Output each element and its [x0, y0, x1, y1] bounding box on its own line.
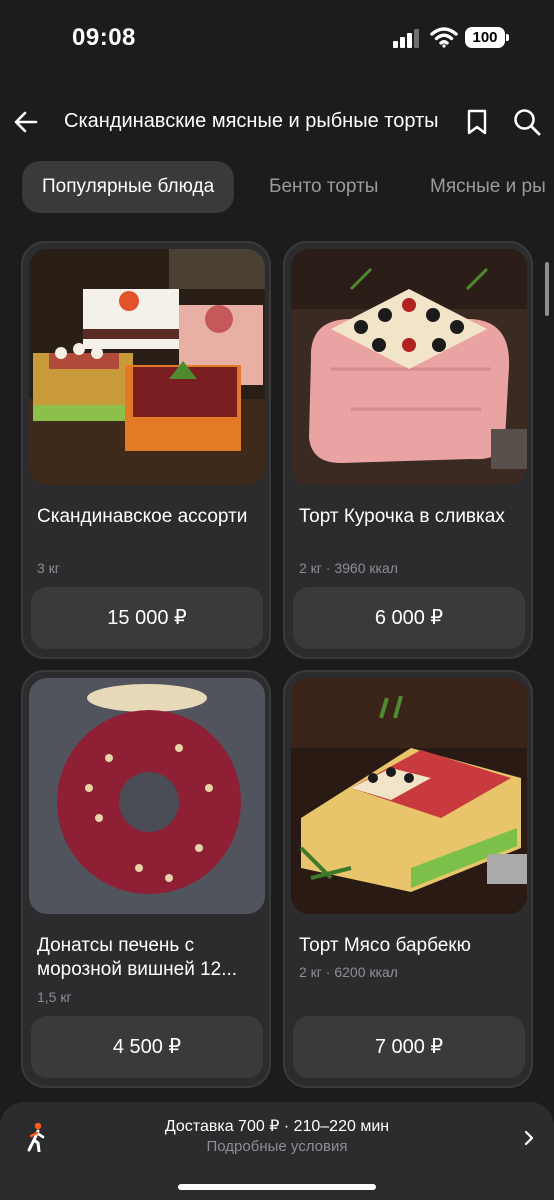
product-name: Торт Курочка в сливках	[299, 506, 505, 527]
delivery-info-bar[interactable]: Доставка 700 ₽ · 210–220 мин Подробные у…	[0, 1102, 554, 1200]
home-indicator[interactable]	[178, 1184, 376, 1190]
product-card[interactable]: Донатсы печень с морозной вишней 12... 1…	[21, 670, 271, 1088]
price-button[interactable]: 6 000 ₽	[293, 587, 525, 649]
delivery-details-link[interactable]: Подробные условия	[0, 1138, 554, 1155]
tab-meat[interactable]: Мясные и ры	[430, 161, 546, 213]
status-time: 09:08	[72, 24, 136, 51]
header: Скандинавские мясные и рыбные торты	[0, 98, 554, 148]
price-button[interactable]: 4 500 ₽	[31, 1016, 263, 1078]
product-name: Торт Мясо барбекю	[299, 935, 471, 956]
product-card[interactable]: Скандинавское ассорти 3 кг 15 000 ₽	[21, 241, 271, 659]
product-meta: 2 кг · 3960 ккал	[299, 560, 398, 576]
product-meta: 2 кг · 6200 ккал	[299, 964, 398, 980]
tab-popular[interactable]: Популярные блюда	[22, 161, 235, 213]
tab-bento[interactable]: Бенто торты	[269, 161, 378, 213]
product-card[interactable]: Торт Курочка в сливках 2 кг · 3960 ккал …	[283, 241, 533, 659]
page-title: Скандинавские мясные и рыбные торты	[64, 110, 439, 132]
bookmark-icon[interactable]	[465, 108, 489, 136]
product-meta: 1,5 кг	[37, 989, 72, 1005]
product-name: Донатсы печень с морозной вишней 12...	[37, 935, 238, 980]
battery-indicator: 100	[465, 27, 509, 48]
product-name: Скандинавское ассорти	[37, 506, 248, 527]
product-image	[29, 678, 265, 914]
product-image	[291, 249, 527, 485]
wifi-icon	[430, 27, 458, 48]
search-icon[interactable]	[512, 107, 542, 137]
price-button[interactable]: 15 000 ₽	[31, 587, 263, 649]
product-card[interactable]: Торт Мясо барбекю 2 кг · 6200 ккал 7 000…	[283, 670, 533, 1088]
back-arrow-icon[interactable]	[12, 108, 40, 136]
status-bar: 09:08 100	[0, 0, 554, 78]
delivery-summary: Доставка 700 ₽ · 210–220 мин	[164, 1118, 390, 1135]
category-tabs: Популярные блюда Бенто торты Мясные и ры	[0, 161, 554, 213]
cellular-signal-icon	[393, 29, 419, 48]
scrollbar[interactable]	[545, 262, 549, 316]
chevron-right-icon[interactable]	[522, 1128, 536, 1148]
price-button[interactable]: 7 000 ₽	[293, 1016, 525, 1078]
product-image	[291, 678, 527, 914]
product-image	[29, 249, 265, 485]
product-meta: 3 кг	[37, 560, 60, 576]
